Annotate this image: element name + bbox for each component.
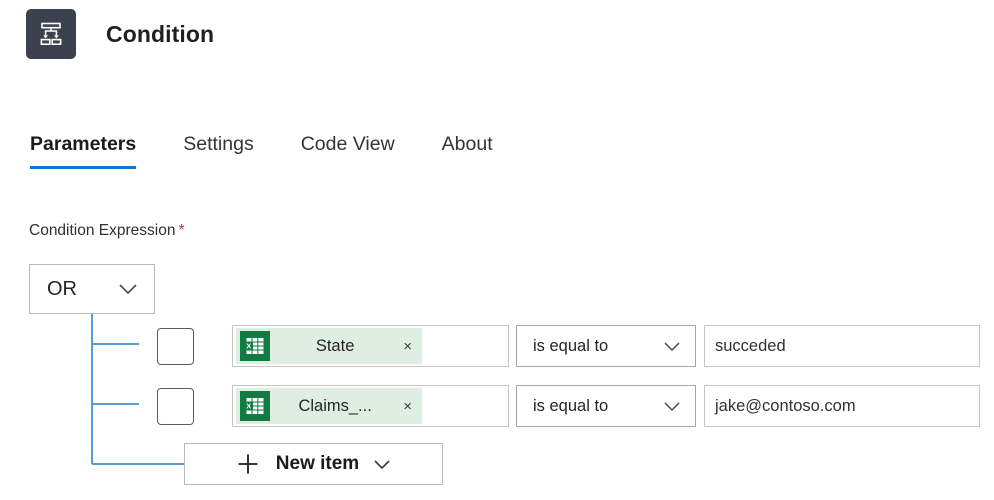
chevron-down-icon [663,401,681,412]
svg-text:X: X [246,342,251,351]
chevron-down-icon [373,459,391,470]
token-remove-icon[interactable]: × [403,339,412,354]
chevron-down-icon [663,341,681,352]
chevron-down-icon [118,283,138,295]
operator-value: is equal to [533,397,608,416]
condition-operator-dropdown[interactable]: is equal to [516,385,696,427]
row-checkbox[interactable] [157,388,194,425]
condition-builder: OR [0,0,994,500]
condition-operand-field[interactable]: X State × [232,325,509,367]
condition-value-text: succeded [715,337,786,356]
svg-text:X: X [246,402,251,411]
operator-value: is equal to [533,337,608,356]
token-chip: X State × [236,328,422,364]
condition-operand-field[interactable]: X Claims_... × [232,385,509,427]
token-remove-icon[interactable]: × [403,399,412,414]
logic-operator-dropdown[interactable]: OR [29,264,155,314]
new-item-label: New item [276,453,359,475]
token-label: State [270,337,394,356]
excel-icon: X [240,391,270,421]
token-label: Claims_... [270,397,394,416]
token-chip: X Claims_... × [236,388,422,424]
condition-value-field[interactable]: jake@contoso.com [704,385,980,427]
plus-icon [236,452,260,476]
logic-operator-value: OR [47,278,77,301]
new-item-button[interactable]: New item [184,443,443,485]
condition-value-field[interactable]: succeded [704,325,980,367]
condition-operator-dropdown[interactable]: is equal to [516,325,696,367]
row-checkbox[interactable] [157,328,194,365]
condition-value-text: jake@contoso.com [715,397,856,416]
excel-icon: X [240,331,270,361]
